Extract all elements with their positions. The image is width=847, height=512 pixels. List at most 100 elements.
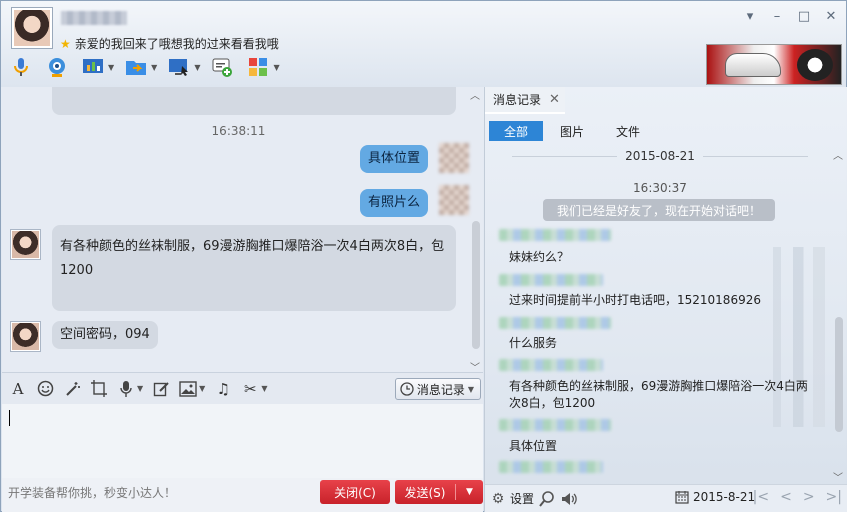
history-button-label: 消息记录 xyxy=(416,382,465,397)
emoji-icon[interactable] xyxy=(35,379,55,399)
filter-tab-files[interactable]: 文件 xyxy=(601,121,655,141)
webcam-icon[interactable] xyxy=(45,55,69,79)
contact-avatar[interactable] xyxy=(11,7,53,49)
tab-message-history[interactable]: 消息记录 ✕ xyxy=(485,87,565,114)
sender-info-redacted xyxy=(499,317,611,329)
invite-icon[interactable] xyxy=(210,55,234,79)
history-message: 什么服务 xyxy=(509,336,558,350)
image-icon[interactable] xyxy=(178,379,198,399)
contact-signature: ★ 亲爱的我回来了哦想我的过来看看我哦 xyxy=(60,35,279,52)
send-button-label: 发送(S) xyxy=(404,485,446,500)
edit-icon[interactable] xyxy=(151,379,171,399)
calendar-icon xyxy=(675,491,689,504)
scrollbar-thumb[interactable] xyxy=(835,317,843,432)
settings-button[interactable]: ⚙ 设置 xyxy=(489,490,534,508)
close-icon[interactable]: ✕ xyxy=(824,9,838,24)
contact-avatar-small[interactable] xyxy=(10,229,41,260)
first-page-icon[interactable]: |< xyxy=(753,489,769,505)
send-button[interactable]: 发送(S) ▼ xyxy=(395,480,483,504)
chevron-down-icon[interactable]: ▼ xyxy=(194,63,200,72)
chevron-down-icon[interactable]: ▼ xyxy=(199,384,205,393)
history-filter-tabs: 全部 图片 文件 xyxy=(489,121,657,141)
message-bubble-out: 具体位置 xyxy=(360,145,429,173)
input-toolbar: A ▼ ▼ ♫ ✂ ▼ 消息记录 ▼ xyxy=(2,372,483,404)
voice-message-icon[interactable] xyxy=(116,379,136,399)
history-scrollbar[interactable]: ︿ ﹀ xyxy=(833,147,843,484)
chevron-down-icon[interactable]: ▼ xyxy=(273,63,279,72)
prev-page-icon[interactable]: < xyxy=(780,489,792,505)
screenshot-crop-icon[interactable] xyxy=(89,379,109,399)
star-icon: ★ xyxy=(60,36,71,51)
chevron-down-icon[interactable]: ▼ xyxy=(261,384,267,393)
last-page-icon[interactable]: >| xyxy=(826,489,842,505)
close-tab-icon[interactable]: ✕ xyxy=(549,92,560,107)
chevron-down-icon[interactable]: ▼ xyxy=(137,384,143,393)
message-timestamp: 16:38:11 xyxy=(211,124,266,138)
message-bubble-out: 有照片么 xyxy=(360,189,429,217)
text-caret xyxy=(9,410,10,426)
contact-avatar-small[interactable] xyxy=(10,321,41,352)
sender-info-redacted xyxy=(499,274,603,286)
scrollbar-thumb[interactable] xyxy=(472,221,480,349)
ad-banner[interactable] xyxy=(706,44,842,85)
chat-messages-pane[interactable]: 16:38:11 具体位置 有照片么 有各种颜色的丝袜制服，69漫游胸推口爆陪浴… xyxy=(2,87,483,372)
chat-scrollbar[interactable]: ︿ ﹀ xyxy=(470,91,480,372)
speaker-icon xyxy=(562,492,577,505)
scroll-up-icon[interactable]: ︿ xyxy=(470,87,480,102)
window-header: ★ 亲爱的我回来了哦想我的过来看看我哦 ▾ – □ ✕ ▼ ▼ ▼ ▼ xyxy=(1,1,846,87)
chevron-down-icon[interactable]: ▼ xyxy=(108,63,114,72)
message-history-button[interactable]: 消息记录 ▼ xyxy=(394,378,481,400)
car-image xyxy=(725,53,781,77)
divider-line xyxy=(702,155,808,157)
message-bubble-in: 空间密码，094 xyxy=(52,321,158,349)
screen-share-icon[interactable] xyxy=(81,55,105,79)
my-avatar-redacted xyxy=(439,185,469,215)
remote-desktop-icon[interactable] xyxy=(167,55,191,79)
history-message: 妹妹约么？ xyxy=(509,250,570,264)
message-bubble-partial xyxy=(52,87,456,115)
date-picker[interactable]: 2015-8-21 xyxy=(675,490,755,504)
next-page-icon[interactable]: > xyxy=(803,489,815,505)
search-button[interactable] xyxy=(538,490,556,508)
apps-icon[interactable] xyxy=(246,55,270,79)
menu-dropdown-icon[interactable]: ▾ xyxy=(743,9,757,24)
history-bottom-bar: ⚙ 设置 2015-8-21 |< < > >| xyxy=(485,484,847,512)
send-options-dropdown[interactable]: ▼ xyxy=(456,487,483,497)
clock-icon xyxy=(400,382,414,396)
scissors-icon[interactable]: ✂ xyxy=(240,379,260,399)
history-pagination: |< < > >| xyxy=(753,489,842,505)
chevron-down-icon[interactable]: ▼ xyxy=(151,63,157,72)
minimize-icon[interactable]: – xyxy=(770,9,784,24)
filter-tab-images[interactable]: 图片 xyxy=(545,121,599,141)
selected-date: 2015-8-21 xyxy=(693,490,756,504)
microphone-icon[interactable] xyxy=(9,55,33,79)
close-button[interactable]: 关闭(C) xyxy=(320,480,390,504)
message-input[interactable] xyxy=(2,404,483,478)
sender-info-redacted xyxy=(499,229,611,241)
scroll-down-icon[interactable]: ﹀ xyxy=(833,469,843,484)
maximize-icon[interactable]: □ xyxy=(797,9,811,24)
chevron-down-icon: ▼ xyxy=(467,384,474,394)
gear-icon: ⚙ xyxy=(491,490,505,507)
scroll-up-icon[interactable]: ︿ xyxy=(833,147,843,162)
promo-tip-link[interactable]: 开学装备帮你挑，秒变小达人！ xyxy=(8,484,176,501)
filter-tab-all[interactable]: 全部 xyxy=(489,121,543,141)
tab-label: 消息记录 xyxy=(493,93,542,107)
history-message: 具体位置 xyxy=(509,439,558,453)
history-date-divider: 2015-08-21 xyxy=(485,149,835,163)
settings-label: 设置 xyxy=(510,492,535,506)
system-message: 我们已经是好友了，现在开始对话吧！ xyxy=(543,199,775,221)
contact-nickname-redacted xyxy=(61,11,127,25)
font-icon[interactable]: A xyxy=(8,379,28,399)
file-transfer-icon[interactable] xyxy=(124,55,148,79)
magic-wand-icon[interactable] xyxy=(62,379,82,399)
search-icon xyxy=(539,490,554,507)
sender-info-redacted xyxy=(499,419,611,431)
speaker-button[interactable] xyxy=(560,490,578,508)
scroll-down-icon[interactable]: ﹀ xyxy=(470,359,480,372)
history-date: 2015-08-21 xyxy=(625,149,695,163)
bottom-bar: 开学装备帮你挑，秒变小达人！ 关闭(C) 发送(S) ▼ xyxy=(2,478,483,512)
music-icon[interactable]: ♫ xyxy=(213,379,233,399)
sender-info-redacted xyxy=(499,461,603,473)
my-avatar-redacted xyxy=(439,143,469,173)
